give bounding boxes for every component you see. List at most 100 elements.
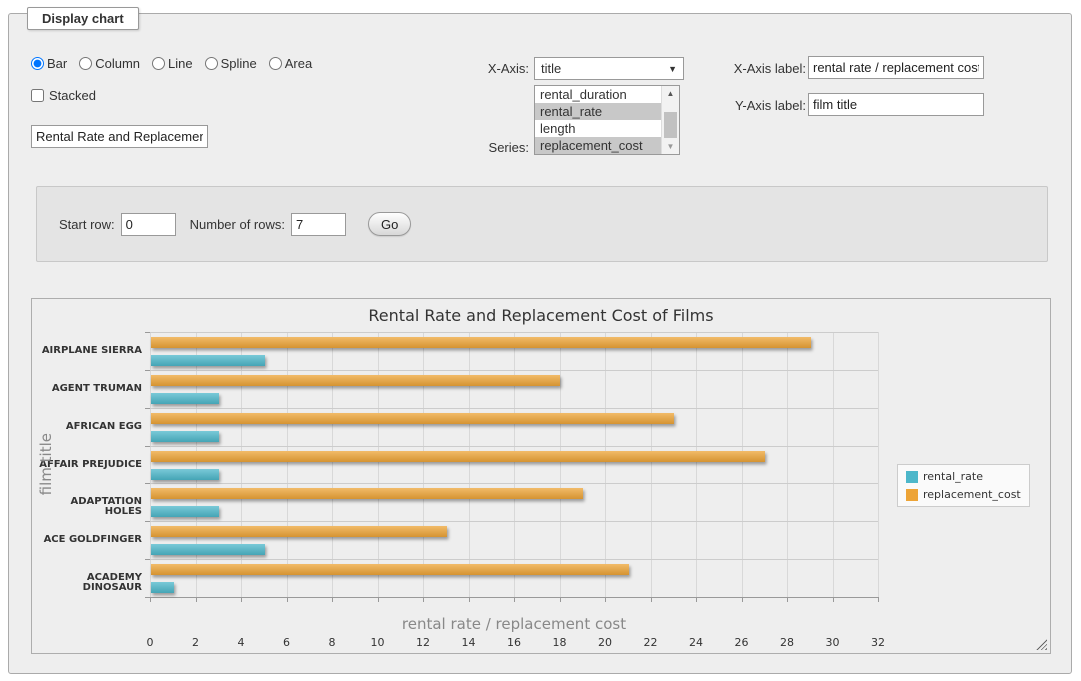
grid-line	[150, 332, 151, 597]
chart-type-option-line: Line	[152, 56, 193, 71]
grid-line	[696, 332, 697, 597]
grid-line	[833, 332, 834, 597]
fieldset-legend: Display chart	[27, 7, 139, 30]
chart-type-label: Line	[168, 56, 193, 71]
y-tick-mark	[145, 332, 150, 333]
x-axis-select-label: X-Axis:	[449, 61, 529, 76]
x-tick-label: 6	[267, 636, 307, 649]
x-axis-select[interactable]: title ▼	[534, 57, 684, 80]
grid-line	[196, 332, 197, 597]
bar-rental_rate[interactable]	[151, 393, 219, 404]
y-tick-mark	[145, 521, 150, 522]
band-line	[150, 370, 878, 371]
grid-line	[514, 332, 515, 597]
series-option-length[interactable]: length	[535, 120, 664, 137]
bar-rental_rate[interactable]	[151, 469, 219, 480]
x-tick-label: 12	[403, 636, 443, 649]
grid-line	[469, 332, 470, 597]
band-line	[150, 408, 878, 409]
chart-type-radio-bar[interactable]	[31, 57, 44, 70]
scrollbar-thumb[interactable]	[664, 112, 677, 138]
band-line	[150, 446, 878, 447]
legend-label: rental_rate	[923, 470, 983, 483]
series-option-replacement_cost[interactable]: replacement_cost	[535, 137, 664, 154]
x-tick-label: 4	[221, 636, 261, 649]
bar-rental_rate[interactable]	[151, 582, 174, 593]
chart-type-option-spline: Spline	[205, 56, 257, 71]
x-axis-label-label: X-Axis label:	[709, 61, 806, 76]
start-row-input[interactable]	[121, 213, 176, 236]
bar-replacement_cost[interactable]	[151, 526, 447, 537]
chart-plot-area: 02468101214161820222426283032AIRPLANE SI…	[150, 332, 878, 597]
x-axis-selected-value: title	[541, 61, 668, 76]
x-tick-label: 0	[130, 636, 170, 649]
resize-handle-icon[interactable]	[1036, 639, 1047, 650]
legend-swatch	[906, 471, 918, 483]
chart-type-radios: Bar Column Line Spline Area	[31, 56, 320, 71]
band-line	[150, 559, 878, 560]
x-tick-label: 10	[358, 636, 398, 649]
num-rows-input[interactable]	[291, 213, 346, 236]
x-tick-label: 24	[676, 636, 716, 649]
y-axis-label-input[interactable]	[808, 93, 984, 116]
grid-line	[423, 332, 424, 597]
num-rows-label: Number of rows:	[190, 217, 285, 232]
chart-legend: rental_rate replacement_cost	[897, 464, 1030, 507]
chart-type-label: Bar	[47, 56, 67, 71]
start-row-label: Start row:	[59, 217, 115, 232]
x-tick-label: 16	[494, 636, 534, 649]
scroll-up-icon[interactable]: ▲	[662, 86, 679, 101]
chart-type-radio-spline[interactable]	[205, 57, 218, 70]
stacked-row: Stacked	[31, 88, 96, 103]
chart-type-radio-area[interactable]	[269, 57, 282, 70]
legend-item-replacement_cost[interactable]: replacement_cost	[906, 488, 1021, 501]
y-tick-mark	[145, 559, 150, 560]
chart-type-radio-line[interactable]	[152, 57, 165, 70]
grid-line	[332, 332, 333, 597]
grid-line	[742, 332, 743, 597]
bar-rental_rate[interactable]	[151, 544, 265, 555]
bar-rental_rate[interactable]	[151, 431, 219, 442]
y-tick-mark	[145, 446, 150, 447]
chart-type-label: Column	[95, 56, 140, 71]
x-tick-label: 32	[858, 636, 898, 649]
x-tick-label: 2	[176, 636, 216, 649]
series-options: rental_durationrental_ratelengthreplacem…	[535, 86, 679, 154]
scroll-down-icon[interactable]: ▼	[662, 139, 679, 154]
bar-replacement_cost[interactable]	[151, 564, 629, 575]
legend-item-rental_rate[interactable]: rental_rate	[906, 470, 1021, 483]
legend-label: replacement_cost	[923, 488, 1021, 501]
series-scrollbar[interactable]: ▲ ▼	[661, 86, 679, 154]
stacked-label: Stacked	[49, 88, 96, 103]
chart-container: Rental Rate and Replacement Cost of Film…	[31, 298, 1051, 654]
go-button[interactable]: Go	[368, 212, 411, 236]
x-tick-label: 14	[449, 636, 489, 649]
bar-rental_rate[interactable]	[151, 506, 219, 517]
x-axis-label-input[interactable]	[808, 56, 984, 79]
bar-rental_rate[interactable]	[151, 355, 265, 366]
rows-panel: Start row: Number of rows: Go	[36, 186, 1048, 262]
bar-replacement_cost[interactable]	[151, 337, 811, 348]
grid-line	[560, 332, 561, 597]
bar-replacement_cost[interactable]	[151, 413, 674, 424]
series-option-rental_rate[interactable]: rental_rate	[535, 103, 664, 120]
grid-line	[378, 332, 379, 597]
bar-replacement_cost[interactable]	[151, 451, 765, 462]
chart-type-radio-column[interactable]	[79, 57, 92, 70]
chart-title-input[interactable]	[31, 125, 208, 148]
chart-type-label: Area	[285, 56, 312, 71]
bar-replacement_cost[interactable]	[151, 488, 583, 499]
display-chart-fieldset: Display chart BarColumnLineSplineArea St…	[8, 13, 1072, 674]
bar-replacement_cost[interactable]	[151, 375, 560, 386]
series-listbox[interactable]: rental_durationrental_ratelengthreplacem…	[534, 85, 680, 155]
band-line	[150, 521, 878, 522]
x-axis-title: rental rate / replacement cost	[150, 615, 878, 633]
grid-line	[287, 332, 288, 597]
chart-title: Rental Rate and Replacement Cost of Film…	[32, 306, 1050, 325]
series-option-rental_duration[interactable]: rental_duration	[535, 86, 664, 103]
y-axis-title: film title	[37, 433, 55, 495]
grid-line	[241, 332, 242, 597]
grid-line	[787, 332, 788, 597]
band-line	[150, 483, 878, 484]
stacked-checkbox[interactable]	[31, 89, 44, 102]
